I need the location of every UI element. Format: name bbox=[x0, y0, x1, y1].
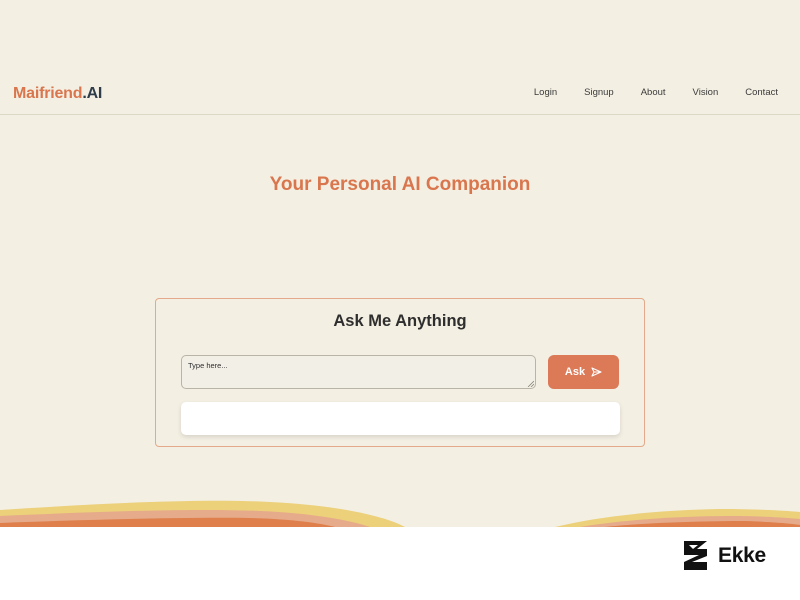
nav-about[interactable]: About bbox=[641, 87, 666, 98]
question-input[interactable] bbox=[181, 355, 536, 389]
nav-login[interactable]: Login bbox=[534, 87, 557, 98]
ekke-logo-icon bbox=[684, 541, 707, 570]
logo-suffix: .AI bbox=[82, 85, 103, 102]
ask-heading: Ask Me Anything bbox=[333, 312, 467, 330]
ekke-badge-text: Ekke bbox=[718, 543, 766, 567]
hero-title: Your Personal AI Companion bbox=[269, 174, 531, 195]
nav-signup[interactable]: Signup bbox=[584, 87, 614, 98]
response-box bbox=[181, 402, 620, 435]
bottom-strip bbox=[0, 527, 800, 600]
send-icon bbox=[591, 367, 602, 377]
navbar: Maifriend.AI Login Signup About Vision C… bbox=[0, 74, 800, 115]
ask-button[interactable]: Ask bbox=[548, 355, 619, 389]
nav-vision[interactable]: Vision bbox=[693, 87, 719, 98]
logo-brand: Maifriend bbox=[13, 85, 83, 102]
nav-links: Login Signup About Vision Contact bbox=[507, 87, 778, 98]
site-logo[interactable]: Maifriend.AI bbox=[13, 85, 102, 103]
decorative-waves bbox=[0, 500, 800, 527]
ekke-badge: Ekke bbox=[683, 540, 779, 571]
resize-grip-icon[interactable] bbox=[527, 380, 534, 387]
ask-button-label: Ask bbox=[564, 366, 586, 378]
ask-card: Ask Me Anything Ask bbox=[155, 298, 645, 447]
nav-contact[interactable]: Contact bbox=[745, 87, 778, 98]
